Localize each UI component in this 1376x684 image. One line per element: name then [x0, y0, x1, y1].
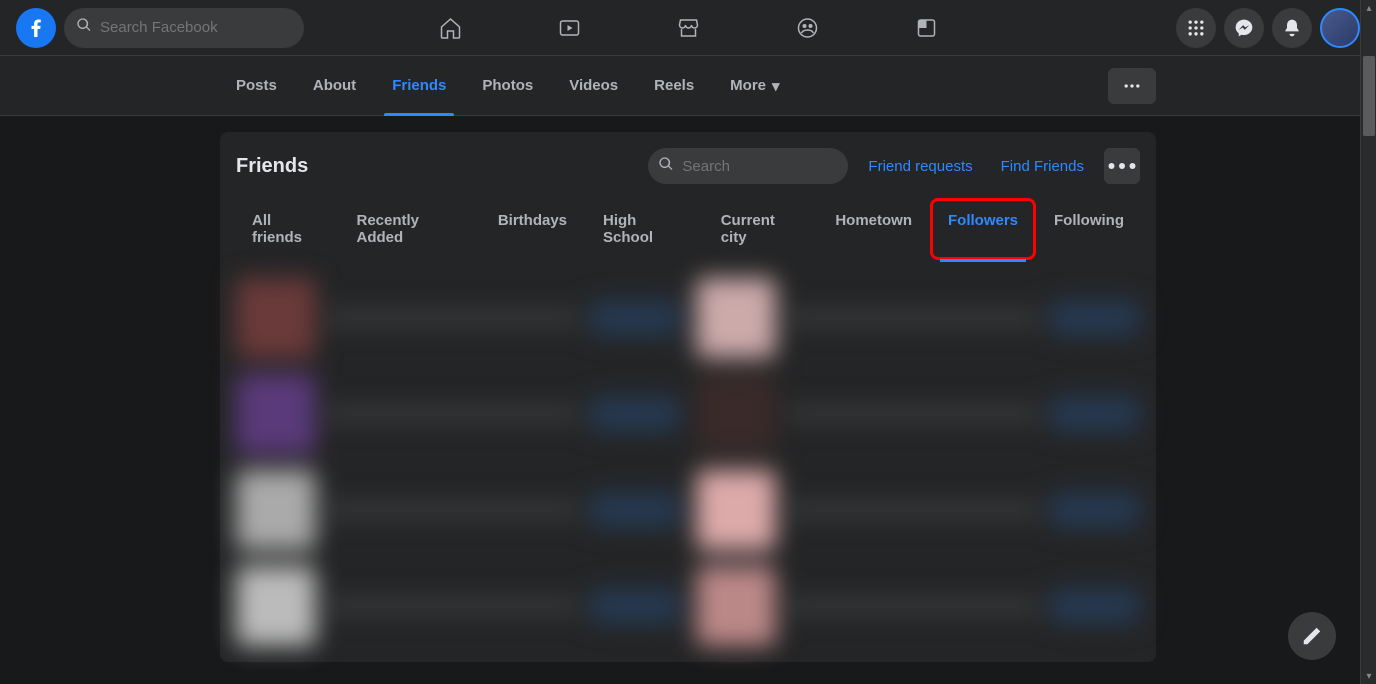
dots-icon — [1104, 148, 1140, 184]
friends-card: Friends Friend requests Find Friends All… — [220, 132, 1156, 662]
nav-gaming[interactable] — [871, 4, 982, 52]
nav-marketplace[interactable] — [633, 4, 744, 52]
profile-tab-more[interactable]: More ▾ — [714, 56, 795, 116]
scroll-thumb[interactable] — [1363, 56, 1375, 136]
compose-button[interactable] — [1288, 612, 1336, 660]
profile-tab-reels[interactable]: Reels — [638, 56, 710, 116]
bell-icon — [1282, 18, 1302, 38]
nav-watch[interactable] — [514, 4, 625, 52]
filter-following[interactable]: Following — [1038, 200, 1140, 258]
filter-birthdays[interactable]: Birthdays — [482, 200, 583, 258]
list-item[interactable] — [696, 278, 1140, 358]
filter-all-friends[interactable]: All friends — [236, 200, 337, 258]
find-friends-link[interactable]: Find Friends — [993, 158, 1092, 175]
profile-tab-about[interactable]: About — [297, 56, 372, 116]
facebook-logo[interactable] — [16, 8, 56, 48]
topbar-right — [1176, 8, 1360, 48]
content-area: Friends Friend requests Find Friends All… — [0, 116, 1376, 678]
filter-recently-added[interactable]: Recently Added — [341, 200, 478, 258]
friends-search[interactable] — [648, 148, 848, 184]
profile-tabs: Posts About Friends Photos Videos Reels … — [220, 56, 796, 116]
friends-card-header: Friends Friend requests Find Friends — [236, 148, 1140, 184]
gaming-icon — [914, 16, 938, 40]
profile-more-actions[interactable] — [1108, 68, 1156, 104]
profile-tab-posts[interactable]: Posts — [220, 56, 293, 116]
profile-tab-bar: Posts About Friends Photos Videos Reels … — [0, 56, 1376, 116]
list-item[interactable] — [236, 278, 680, 358]
topbar-left — [16, 8, 304, 48]
menu-button[interactable] — [1176, 8, 1216, 48]
friends-list — [236, 278, 1140, 646]
watch-icon — [557, 16, 581, 40]
list-item[interactable] — [236, 374, 680, 454]
top-navigation-bar — [0, 0, 1376, 56]
list-item[interactable] — [696, 374, 1140, 454]
marketplace-icon — [676, 16, 700, 40]
filter-high-school[interactable]: High School — [587, 200, 701, 258]
friends-more-actions[interactable] — [1104, 148, 1140, 184]
scroll-up-arrow[interactable]: ▴ — [1361, 0, 1376, 16]
list-item[interactable] — [696, 566, 1140, 646]
search-icon — [76, 17, 92, 38]
dots-icon — [1122, 76, 1142, 96]
caret-down-icon: ▾ — [772, 77, 780, 95]
list-item[interactable] — [696, 470, 1140, 550]
search-icon — [658, 156, 674, 177]
friends-title: Friends — [236, 155, 308, 178]
topbar-center-tabs — [395, 4, 982, 52]
global-search[interactable] — [64, 8, 304, 48]
messenger-button[interactable] — [1224, 8, 1264, 48]
friend-requests-link[interactable]: Friend requests — [860, 158, 980, 175]
nav-home[interactable] — [395, 4, 506, 52]
scrollbar[interactable]: ▴ ▾ — [1360, 0, 1376, 684]
compose-icon — [1301, 625, 1323, 647]
groups-icon — [795, 16, 819, 40]
profile-tab-friends[interactable]: Friends — [376, 56, 462, 116]
profile-tab-videos[interactable]: Videos — [553, 56, 634, 116]
grid-icon — [1186, 18, 1206, 38]
filter-current-city[interactable]: Current city — [705, 200, 816, 258]
scroll-down-arrow[interactable]: ▾ — [1361, 668, 1376, 684]
notifications-button[interactable] — [1272, 8, 1312, 48]
filter-followers[interactable]: Followers — [932, 200, 1034, 258]
nav-groups[interactable] — [752, 4, 863, 52]
list-item[interactable] — [236, 470, 680, 550]
profile-tab-photos[interactable]: Photos — [466, 56, 549, 116]
account-avatar[interactable] — [1320, 8, 1360, 48]
friends-filter-tabs: All friends Recently Added Birthdays Hig… — [236, 200, 1140, 258]
messenger-icon — [1234, 18, 1254, 38]
profile-tab-more-label: More — [730, 77, 766, 94]
list-item[interactable] — [236, 566, 680, 646]
global-search-input[interactable] — [100, 19, 292, 36]
friends-search-input[interactable] — [682, 158, 849, 175]
filter-hometown[interactable]: Hometown — [819, 200, 928, 258]
home-icon — [438, 16, 462, 40]
facebook-logo-icon — [24, 16, 48, 40]
